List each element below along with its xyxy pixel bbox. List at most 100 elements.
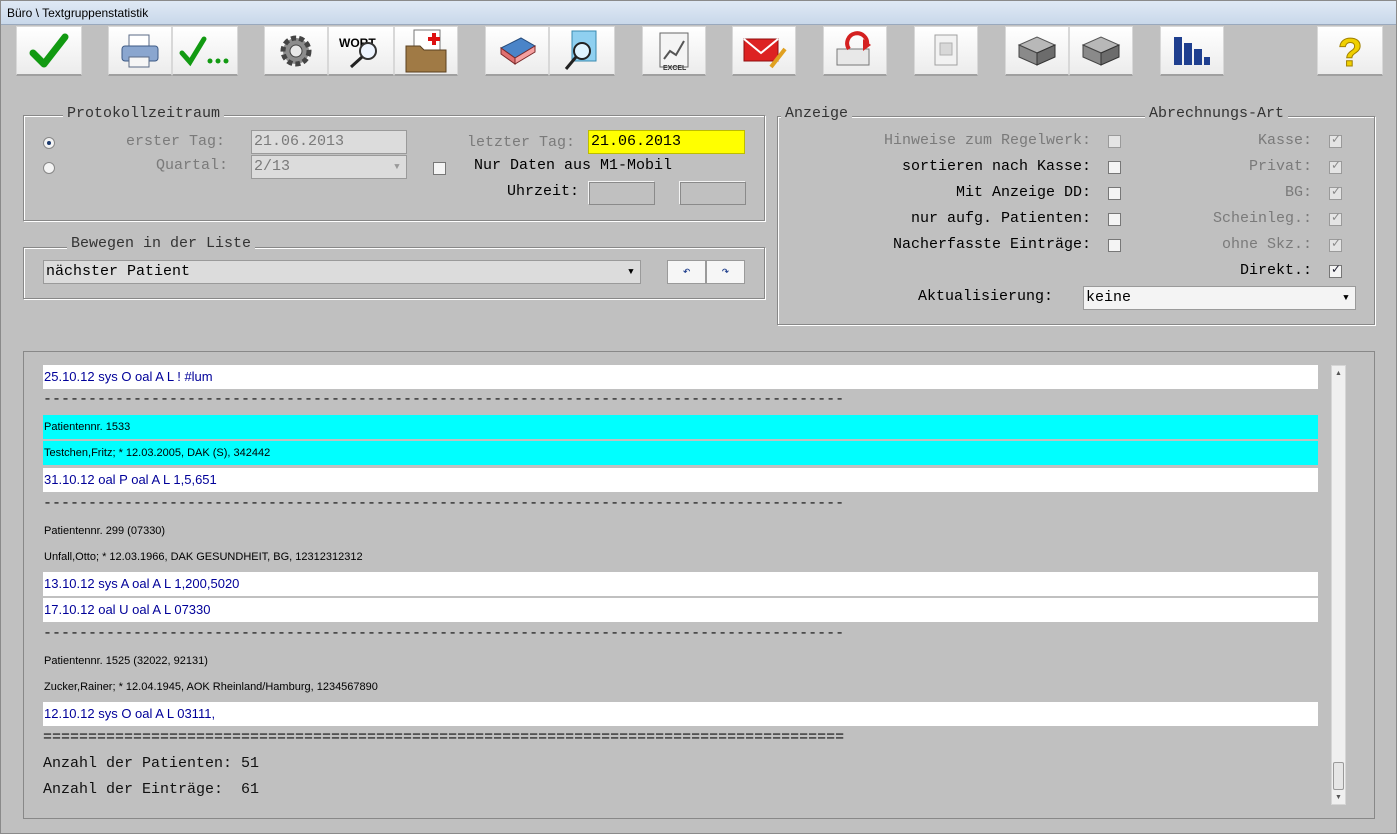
kasse-checkbox[interactable] <box>1329 132 1342 148</box>
stack-button-2[interactable] <box>1069 26 1133 76</box>
move-back-button[interactable]: ↶ <box>667 260 706 284</box>
svg-text:?: ? <box>1338 31 1362 72</box>
letzter-tag-field[interactable]: 21.06.2013 <box>588 130 745 154</box>
separator-line: ----------------------------------------… <box>43 625 845 642</box>
letzter-tag-label: letzter Tag: <box>467 134 576 151</box>
nacherfasste-label: Nacherfasste Einträge: <box>892 236 1091 253</box>
m1-mobil-checkbox[interactable] <box>433 162 446 175</box>
radio-erster-tag[interactable] <box>43 137 55 149</box>
stack-button-1[interactable] <box>1005 26 1069 76</box>
separator-line-double: ========================================… <box>43 729 845 746</box>
summary-patients: Anzahl der Patienten: 51 <box>43 755 260 772</box>
uhrzeit-to-field[interactable] <box>679 181 746 205</box>
word-search-icon: WORT <box>335 31 387 71</box>
patient-number-row[interactable]: Patientennr. 299 (07330) <box>43 519 1318 543</box>
list-item[interactable]: 25.10.12 sys O oal A L ! #lum <box>43 365 1318 389</box>
help-icon: ? <box>1333 30 1367 72</box>
scheinleg-checkbox[interactable] <box>1329 210 1342 226</box>
settings-button[interactable] <box>264 26 328 76</box>
bg-label: BG: <box>1284 184 1312 201</box>
mail-pen-icon <box>741 31 787 71</box>
patient-info-row[interactable]: Testchen,Fritz; * 12.03.2005, DAK (S), 3… <box>43 441 1318 465</box>
notepad-button[interactable] <box>914 26 978 76</box>
chevron-down-icon: ▼ <box>1343 293 1349 303</box>
separator-line: ----------------------------------------… <box>43 391 845 408</box>
patient-record-button[interactable] <box>394 26 458 76</box>
list-item[interactable]: 12.10.12 sys O oal A L 03111, <box>43 702 1318 726</box>
bar-chart-icon <box>1170 31 1214 71</box>
stack-icon <box>1079 31 1123 71</box>
patient-info-row[interactable]: Unfall,Otto; * 12.03.1966, DAK GESUNDHEI… <box>43 545 1318 569</box>
eraser-icon <box>495 34 539 68</box>
undo-button[interactable] <box>823 26 887 76</box>
rotate-right-icon: ↷ <box>721 264 730 279</box>
chevron-down-icon: ▼ <box>394 162 400 172</box>
result-list: 25.10.12 sys O oal A L ! #lum ----------… <box>23 351 1375 819</box>
check-dots-icon <box>178 31 232 71</box>
mail-button[interactable] <box>732 26 796 76</box>
chevron-down-icon: ▼ <box>628 267 634 277</box>
aktualisierung-label: Aktualisierung: <box>918 288 1054 305</box>
list-item[interactable]: 17.10.12 oal U oal A L 07330 <box>43 598 1318 622</box>
notepad-icon <box>929 31 963 71</box>
stack-icon <box>1015 31 1059 71</box>
aktualisierung-select[interactable]: keine ▼ <box>1083 286 1356 310</box>
sortieren-label: sortieren nach Kasse: <box>901 158 1091 175</box>
vertical-scrollbar[interactable]: ▲ ▼ <box>1331 365 1346 805</box>
scheinleg-label: Scheinleg.: <box>1212 210 1312 227</box>
erster-tag-field[interactable]: 21.06.2013 <box>251 130 407 154</box>
medical-folder-icon <box>404 28 448 74</box>
direkt-label: Direkt.: <box>1239 262 1312 279</box>
undo-arrow-icon <box>833 30 877 71</box>
excel-chart-icon: EXCEL <box>654 29 694 73</box>
uhrzeit-label: Uhrzeit: <box>507 183 580 200</box>
quartal-value: 2/13 <box>254 158 291 175</box>
nacherfasste-checkbox[interactable] <box>1108 239 1121 252</box>
move-forward-button[interactable]: ↷ <box>706 260 745 284</box>
check-icon <box>29 31 69 71</box>
document-search-button[interactable] <box>549 26 615 76</box>
scroll-down-icon[interactable]: ▼ <box>1332 790 1345 804</box>
bg-checkbox[interactable] <box>1329 184 1342 200</box>
summary-entries: Anzahl der Einträge: 61 <box>43 781 260 798</box>
privat-checkbox[interactable] <box>1329 158 1342 174</box>
scrollbar-thumb[interactable] <box>1333 762 1344 790</box>
print-button[interactable] <box>108 26 172 76</box>
main-window: Büro \ Textgruppenstatistik WORT EXCEL ?… <box>0 0 1397 834</box>
erster-tag-label: erster Tag: <box>126 133 226 150</box>
erase-button[interactable] <box>485 26 549 76</box>
aktualisierung-value: keine <box>1086 289 1132 306</box>
direkt-checkbox[interactable] <box>1329 262 1342 278</box>
radio-quartal[interactable] <box>43 162 55 174</box>
list-item[interactable]: 31.10.12 oal P oal A L 1,5,651 <box>43 468 1318 492</box>
abrechnungs-art-legend: Abrechnungs-Art <box>1145 105 1289 122</box>
document-search-icon <box>560 29 604 73</box>
statistics-button[interactable] <box>1160 26 1224 76</box>
word-search-button[interactable]: WORT <box>328 26 394 76</box>
ohne-skz-checkbox[interactable] <box>1329 236 1342 252</box>
quartal-label: Quartal: <box>156 157 229 174</box>
bewegen-select[interactable]: nächster Patient ▼ <box>43 260 641 284</box>
rotate-left-icon: ↶ <box>682 264 691 279</box>
bewegen-value: nächster Patient <box>46 263 191 280</box>
patient-number-row[interactable]: Patientennr. 1525 (32022, 92131) <box>43 649 1318 673</box>
ohne-skz-label: ohne Skz.: <box>1221 236 1312 253</box>
aufg-patienten-checkbox[interactable] <box>1108 213 1121 226</box>
patient-info-row[interactable]: Zucker,Rainer; * 12.04.1945, AOK Rheinla… <box>43 675 1318 699</box>
excel-export-button[interactable]: EXCEL <box>642 26 706 76</box>
hinweise-checkbox[interactable] <box>1108 135 1121 148</box>
help-button[interactable]: ? <box>1317 26 1383 76</box>
check-all-button[interactable] <box>172 26 238 76</box>
printer-icon <box>119 31 161 71</box>
hinweise-label: Hinweise zum Regelwerk: <box>883 132 1091 149</box>
scroll-up-icon[interactable]: ▲ <box>1332 366 1345 380</box>
privat-label: Privat: <box>1248 158 1312 175</box>
uhrzeit-from-field[interactable] <box>588 181 655 205</box>
sortieren-checkbox[interactable] <box>1108 161 1121 174</box>
kasse-label: Kasse: <box>1257 132 1312 149</box>
patient-number-row[interactable]: Patientennr. 1533 <box>43 415 1318 439</box>
confirm-button[interactable] <box>16 26 82 76</box>
list-item[interactable]: 13.10.12 sys A oal A L 1,200,5020 <box>43 572 1318 596</box>
quartal-select[interactable]: 2/13 ▼ <box>251 155 407 179</box>
anzeige-dd-checkbox[interactable] <box>1108 187 1121 200</box>
